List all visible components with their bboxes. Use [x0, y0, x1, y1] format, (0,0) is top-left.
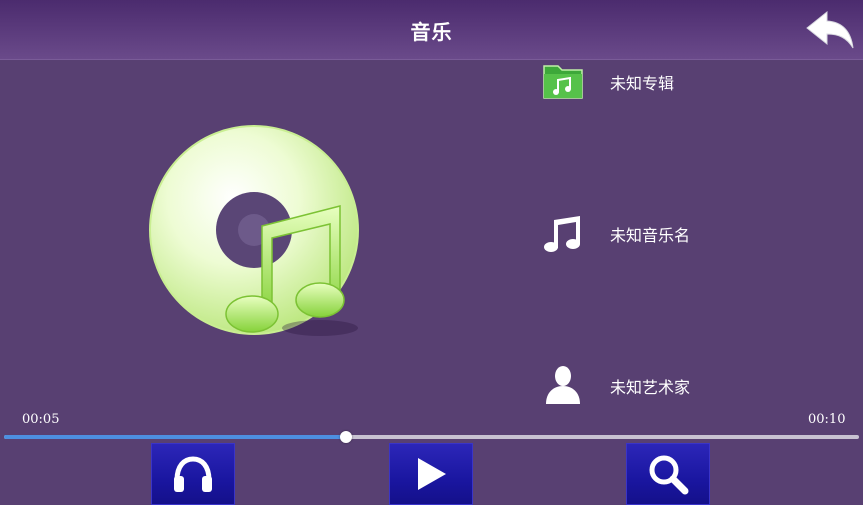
search-icon — [649, 455, 689, 495]
back-arrow-icon — [806, 10, 854, 49]
song-info: 未知音乐名 — [540, 210, 840, 256]
artist-info: 未知艺术家 — [540, 362, 840, 408]
total-time: 00:10 — [808, 412, 846, 427]
page-title: 音乐 — [410, 20, 453, 44]
music-note-icon — [544, 216, 580, 252]
play-button[interactable] — [389, 443, 473, 505]
album-art — [140, 120, 380, 350]
album-folder-icon — [543, 65, 583, 99]
progress-thumb[interactable] — [340, 431, 352, 443]
music-disc-icon — [149, 125, 359, 336]
search-button[interactable] — [626, 443, 710, 505]
album-label: 未知专辑 — [610, 74, 675, 93]
current-time: 00:05 — [22, 412, 60, 427]
song-label: 未知音乐名 — [610, 226, 691, 245]
header-bar: 音乐 — [0, 0, 863, 60]
back-button[interactable] — [803, 8, 857, 52]
headphones-icon — [174, 456, 212, 492]
headphones-button[interactable] — [151, 443, 235, 505]
progress-bar[interactable] — [4, 431, 859, 443]
progress-fill — [4, 435, 346, 439]
play-icon — [418, 458, 446, 490]
artist-person-icon — [546, 366, 580, 404]
album-info: 未知专辑 — [540, 58, 840, 104]
artist-label: 未知艺术家 — [610, 378, 691, 397]
